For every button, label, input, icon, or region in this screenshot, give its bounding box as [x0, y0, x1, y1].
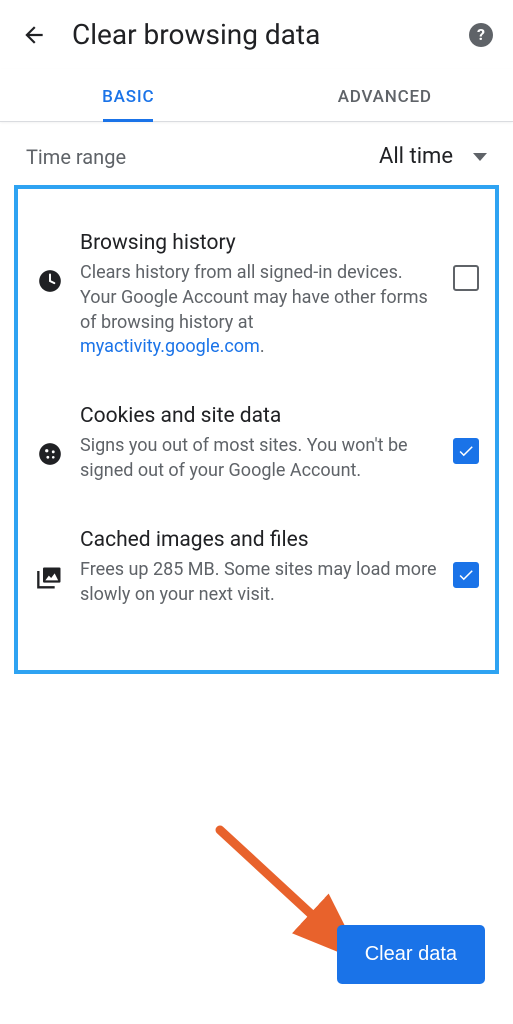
chevron-down-icon — [473, 153, 487, 161]
time-range-dropdown[interactable]: All time — [379, 144, 487, 169]
time-range-row: Time range All time — [0, 122, 513, 185]
header: Clear browsing data ? — [0, 0, 513, 69]
myactivity-link[interactable]: myactivity.google.com — [80, 336, 260, 357]
checkmark-icon — [457, 566, 475, 584]
option-desc: Clears history from all signed-in device… — [80, 261, 439, 360]
tabs: BASIC ADVANCED — [0, 69, 513, 122]
arrow-back-icon — [21, 22, 47, 48]
option-content: Browsing history Clears history from all… — [80, 231, 439, 360]
option-content: Cached images and files Frees up 285 MB.… — [80, 528, 439, 608]
checkmark-icon — [457, 442, 475, 460]
time-range-value: All time — [379, 144, 453, 169]
page-title: Clear browsing data — [72, 18, 445, 51]
checkbox-browsing-history[interactable] — [453, 265, 479, 291]
options-highlight-box: Browsing history Clears history from all… — [14, 185, 499, 674]
option-desc: Signs you out of most sites. You won't b… — [80, 434, 439, 484]
cookie-icon — [34, 438, 66, 470]
option-desc: Frees up 285 MB. Some sites may load mor… — [80, 558, 439, 608]
images-icon — [34, 562, 66, 594]
checkbox-cookies[interactable] — [453, 438, 479, 464]
option-browsing-history[interactable]: Browsing history Clears history from all… — [28, 209, 485, 382]
time-range-label: Time range — [26, 145, 126, 169]
back-button[interactable] — [20, 21, 48, 49]
clock-icon — [34, 265, 66, 297]
option-content: Cookies and site data Signs you out of m… — [80, 404, 439, 484]
option-cookies[interactable]: Cookies and site data Signs you out of m… — [28, 382, 485, 506]
option-cached-images[interactable]: Cached images and files Frees up 285 MB.… — [28, 506, 485, 630]
option-title: Browsing history — [80, 231, 439, 255]
checkbox-cached-images[interactable] — [453, 562, 479, 588]
tab-advanced[interactable]: ADVANCED — [257, 69, 513, 121]
tab-basic[interactable]: BASIC — [0, 69, 257, 121]
option-title: Cookies and site data — [80, 404, 439, 428]
help-icon[interactable]: ? — [469, 23, 493, 47]
clear-data-button[interactable]: Clear data — [337, 925, 485, 984]
option-title: Cached images and files — [80, 528, 439, 552]
